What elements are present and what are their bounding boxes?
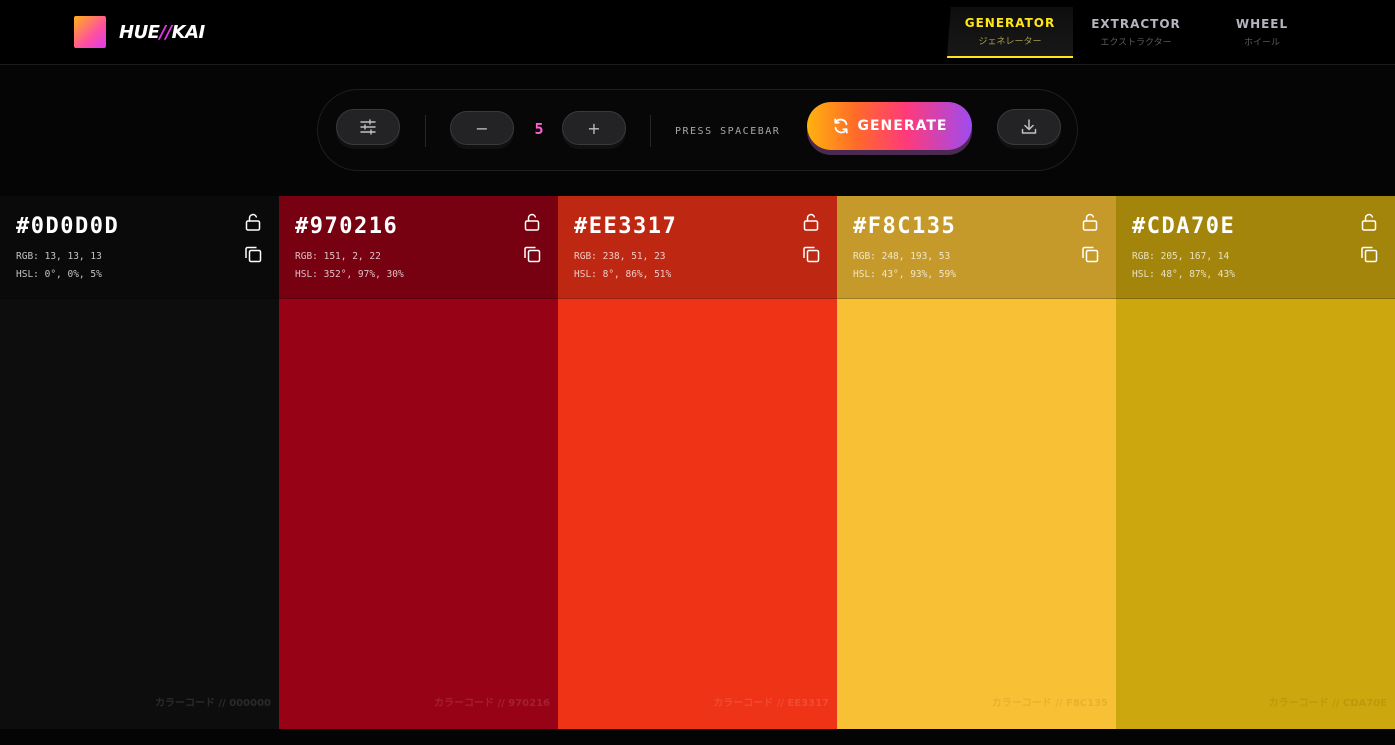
color-swatch[interactable]: #970216 RGB: 151, 2, 22 HSL: 352°, 97%, …	[279, 196, 558, 729]
decrease-count-button[interactable]: −	[450, 111, 514, 145]
hex-value[interactable]: #0D0D0D	[16, 214, 119, 239]
unlock-icon[interactable]	[1080, 212, 1100, 232]
hex-value[interactable]: #EE3317	[574, 214, 677, 239]
main-nav: GENERATOR ジェネレーター EXTRACTOR エクストラクター WHE…	[947, 7, 1325, 58]
copy-icon[interactable]	[1359, 244, 1379, 264]
hsl-value: HSL: 352°, 97%, 30%	[295, 269, 404, 280]
color-code-label: カラーコード // CDA70E	[1268, 698, 1387, 709]
color-count: 5	[534, 120, 544, 138]
palette: #0D0D0D RGB: 13, 13, 13 HSL: 0°, 0%, 5% …	[0, 196, 1395, 729]
color-code-label: カラーコード // 000000	[154, 698, 271, 709]
toolbar-divider	[425, 115, 426, 147]
logo[interactable]: HUE//KAI	[74, 16, 205, 48]
rgb-value: RGB: 205, 167, 14	[1132, 251, 1230, 262]
generate-button[interactable]: GENERATE	[807, 102, 972, 150]
swatch-info: #970216 RGB: 151, 2, 22 HSL: 352°, 97%, …	[279, 196, 558, 299]
hsl-value: HSL: 0°, 0%, 5%	[16, 269, 102, 280]
hex-value[interactable]: #CDA70E	[1132, 214, 1235, 239]
download-icon	[1021, 119, 1037, 134]
color-swatch[interactable]: #CDA70E RGB: 205, 167, 14 HSL: 48°, 87%,…	[1116, 196, 1395, 729]
color-swatch[interactable]: #0D0D0D RGB: 13, 13, 13 HSL: 0°, 0%, 5% …	[0, 196, 279, 729]
tab-label: WHEEL	[1235, 17, 1289, 31]
export-button[interactable]	[997, 109, 1061, 145]
color-swatch[interactable]: #EE3317 RGB: 238, 51, 23 HSL: 8°, 86%, 5…	[558, 196, 837, 729]
rgb-value: RGB: 151, 2, 22	[295, 251, 381, 262]
increase-count-button[interactable]: +	[562, 111, 626, 145]
minus-icon: −	[475, 118, 489, 138]
generate-label: GENERATE	[857, 118, 948, 134]
color-code-label: カラーコード // F8C135	[991, 698, 1108, 709]
tab-sublabel: ジェネレーター	[978, 37, 1042, 47]
rgb-value: RGB: 248, 193, 53	[853, 251, 951, 262]
tab-label: EXTRACTOR	[1091, 17, 1181, 31]
unlock-icon[interactable]	[801, 212, 821, 232]
sliders-icon	[360, 119, 376, 135]
color-code-label: カラーコード // 970216	[433, 698, 550, 709]
bottom-bar	[0, 729, 1395, 745]
settings-button[interactable]	[336, 109, 400, 145]
copy-icon[interactable]	[522, 244, 542, 264]
tab-generator[interactable]: GENERATOR ジェネレーター	[947, 7, 1073, 58]
rgb-value: RGB: 238, 51, 23	[574, 251, 666, 262]
spacebar-hint: PRESS SPACEBAR	[675, 126, 781, 137]
copy-icon[interactable]	[243, 244, 263, 264]
plus-icon: +	[587, 118, 601, 138]
color-code-label: カラーコード // EE3317	[713, 698, 829, 709]
swatch-info: #EE3317 RGB: 238, 51, 23 HSL: 8°, 86%, 5…	[558, 196, 837, 299]
copy-icon[interactable]	[801, 244, 821, 264]
rgb-value: RGB: 13, 13, 13	[16, 251, 102, 262]
tab-wheel[interactable]: WHEEL ホイール	[1199, 7, 1325, 58]
swatch-info: #CDA70E RGB: 205, 167, 14 HSL: 48°, 87%,…	[1116, 196, 1395, 299]
unlock-icon[interactable]	[243, 212, 263, 232]
unlock-icon[interactable]	[1359, 212, 1379, 232]
unlock-icon[interactable]	[522, 212, 542, 232]
hsl-value: HSL: 48°, 87%, 43%	[1132, 269, 1235, 280]
hex-value[interactable]: #F8C135	[853, 214, 956, 239]
hsl-value: HSL: 43°, 93%, 59%	[853, 269, 956, 280]
tab-sublabel: ホイール	[1243, 38, 1280, 48]
hsl-value: HSL: 8°, 86%, 51%	[574, 269, 672, 280]
tab-label: GENERATOR	[964, 16, 1056, 30]
color-swatch[interactable]: #F8C135 RGB: 248, 193, 53 HSL: 43°, 93%,…	[837, 196, 1116, 729]
generator-toolbar: − 5 + PRESS SPACEBAR GENERATE	[317, 89, 1078, 171]
swatch-info: #0D0D0D RGB: 13, 13, 13 HSL: 0°, 0%, 5%	[0, 196, 279, 299]
tab-sublabel: エクストラクター	[1100, 38, 1172, 48]
logo-mark	[74, 16, 106, 48]
copy-icon[interactable]	[1080, 244, 1100, 264]
hex-value[interactable]: #970216	[295, 214, 398, 239]
tab-extractor[interactable]: EXTRACTOR エクストラクター	[1073, 7, 1199, 58]
app-header: HUE//KAI GENERATOR ジェネレーター EXTRACTOR エクス…	[0, 0, 1395, 65]
refresh-icon	[833, 118, 848, 134]
toolbar-divider	[650, 115, 651, 147]
logo-text: HUE//KAI	[119, 21, 205, 43]
swatch-info: #F8C135 RGB: 248, 193, 53 HSL: 43°, 93%,…	[837, 196, 1116, 299]
